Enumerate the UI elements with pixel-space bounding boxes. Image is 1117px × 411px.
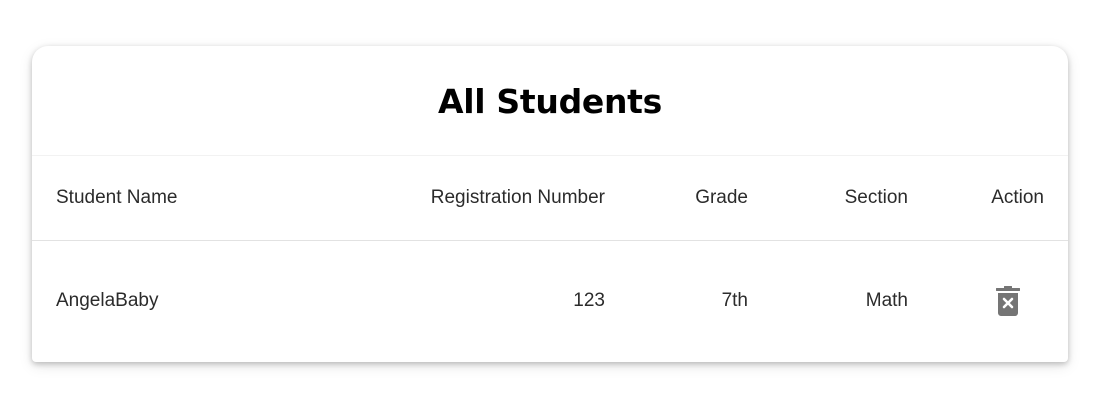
- delete-forever-icon: [996, 285, 1020, 316]
- delete-button[interactable]: [995, 285, 1021, 316]
- column-header-action: Action: [991, 186, 1044, 208]
- table-header: Student Name Registration Number Grade S…: [32, 156, 1068, 240]
- cell-student-name: AngelaBaby: [56, 289, 159, 311]
- column-header-student-name[interactable]: Student Name: [32, 156, 376, 240]
- students-card: All Students Student Name Registration N…: [32, 46, 1068, 362]
- column-header-section[interactable]: Section: [748, 156, 908, 240]
- cell-section: Math: [865, 289, 908, 311]
- column-header-registration-number[interactable]: Registration Number: [376, 156, 605, 240]
- cell-grade: 7th: [721, 289, 748, 311]
- cell-registration-number: 123: [573, 289, 605, 311]
- header-row: Student Name Registration Number Grade S…: [32, 156, 1068, 240]
- students-table: Student Name Registration Number Grade S…: [32, 156, 1068, 361]
- cell-action: [908, 240, 1068, 361]
- page-title: All Students: [437, 81, 662, 121]
- column-header-grade[interactable]: Grade: [605, 156, 748, 240]
- table-row: AngelaBaby 123 7th Math: [32, 240, 1068, 361]
- table-body: AngelaBaby 123 7th Math: [32, 240, 1068, 361]
